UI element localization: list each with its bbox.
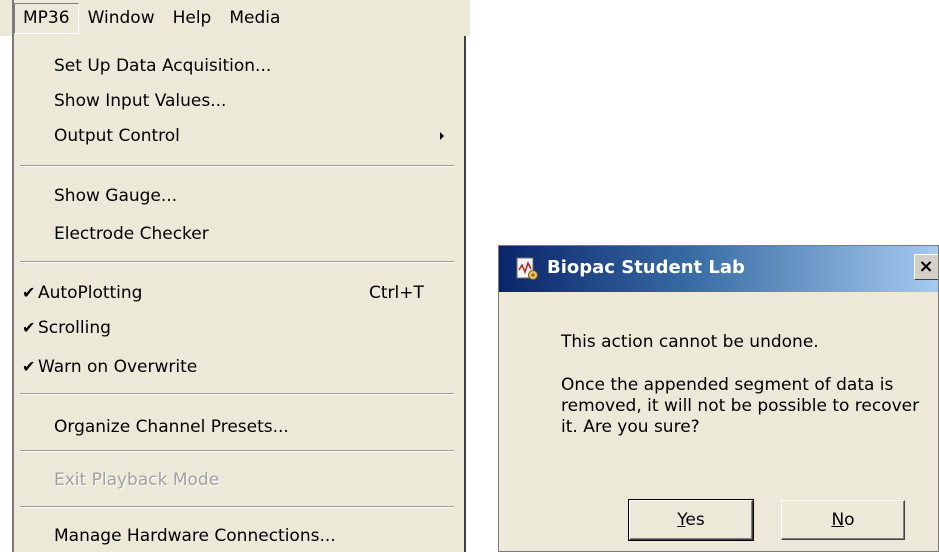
mp36-dropdown-menu: Set Up Data Acquisition... Show Input Va… (14, 36, 466, 552)
menu-help[interactable]: Help (164, 3, 221, 34)
menu-window[interactable]: Window (79, 3, 164, 34)
close-button[interactable]: × (914, 254, 938, 280)
menu-item-label: Exit Playback Mode (54, 470, 220, 490)
no-mnemonic: N (831, 510, 845, 530)
menu-item-label: Show Gauge... (54, 186, 178, 206)
menu-item-organize-channel-presets[interactable]: Organize Channel Presets... (14, 412, 464, 442)
biopac-app-icon (515, 256, 539, 282)
no-button[interactable]: No (781, 500, 905, 540)
menu-item-electrode-checker[interactable]: Electrode Checker (14, 219, 464, 249)
menu-item-warn-on-overwrite[interactable]: ✔ Warn on Overwrite (14, 352, 464, 382)
menu-bar: MP36 Window Help Media (0, 0, 470, 552)
menu-separator (20, 393, 454, 395)
menu-item-label: Set Up Data Acquisition... (54, 56, 272, 76)
menu-item-autoplotting[interactable]: ✔ AutoPlotting Ctrl+T (14, 278, 464, 308)
menu-item-label: Organize Channel Presets... (54, 417, 289, 437)
dialog-title: Biopac Student Lab (547, 257, 745, 278)
close-icon: × (918, 256, 934, 277)
menu-separator (20, 450, 454, 452)
menu-item-exit-playback-mode: Exit Playback Mode (14, 465, 464, 495)
menu-item-output-control[interactable]: Output Control (14, 121, 464, 151)
confirm-dialog: Biopac Student Lab × This action cannot … (498, 245, 939, 552)
yes-button[interactable]: Yes (628, 499, 754, 541)
menu-item-label: Show Input Values... (54, 91, 227, 111)
menu-item-label: Warn on Overwrite (38, 357, 198, 377)
menu-item-set-up-data-acquisition[interactable]: Set Up Data Acquisition... (14, 51, 464, 81)
menu-item-label: Scrolling (38, 318, 111, 338)
menu-separator (20, 165, 454, 167)
dialog-titlebar[interactable]: Biopac Student Lab × (499, 246, 938, 292)
menu-mp36[interactable]: MP36 (14, 2, 79, 34)
yes-label-rest: es (685, 510, 705, 530)
dialog-message-warning: This action cannot be undone. (561, 332, 819, 352)
dialog-message-detail: Once the appended segment of data is rem… (561, 375, 920, 437)
menu-item-show-gauge[interactable]: Show Gauge... (14, 181, 464, 211)
no-label-rest: o (844, 510, 855, 530)
menu-item-shortcut: Ctrl+T (369, 283, 424, 303)
menu-item-label: Manage Hardware Connections... (54, 526, 336, 546)
menu-media[interactable]: Media (220, 3, 289, 34)
submenu-arrow-icon (440, 132, 444, 140)
menu-item-manage-hardware-connections[interactable]: Manage Hardware Connections... (14, 521, 464, 551)
menu-item-label: Electrode Checker (54, 224, 209, 244)
menu-item-scrolling[interactable]: ✔ Scrolling (14, 313, 464, 343)
menu-item-label: Output Control (54, 126, 180, 146)
menu-item-show-input-values[interactable]: Show Input Values... (14, 86, 464, 116)
menu-separator (20, 506, 454, 508)
menu-separator (20, 261, 454, 263)
menu-item-label: AutoPlotting (38, 283, 143, 303)
